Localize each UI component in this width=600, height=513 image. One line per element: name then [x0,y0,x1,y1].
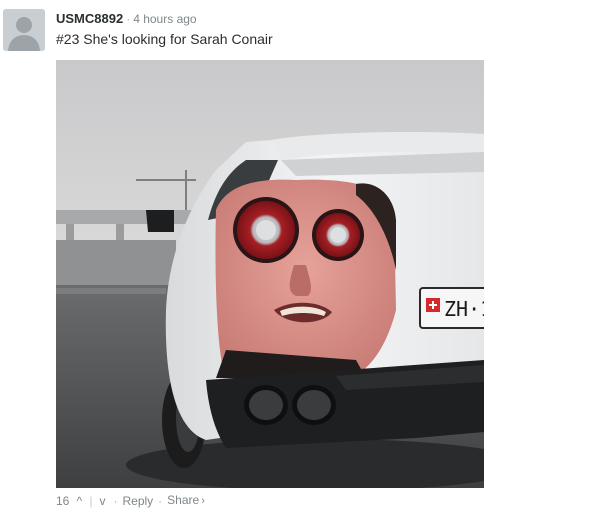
vote-divider: | [89,493,93,508]
downvote-icon[interactable]: v [96,493,108,509]
footer-separator: · [113,493,118,508]
reply-link[interactable]: Reply [122,493,153,509]
comment: USMC8892 · 4 hours ago #23 She's looking f… [0,0,600,513]
comment-image[interactable]: ZH·1 [56,60,484,488]
share-label: Share [167,493,200,507]
vote-count: 16 [56,493,70,508]
car-photo: ZH·1 [56,60,484,488]
comment-header: USMC8892 · 4 hours ago [56,11,197,27]
user-silhouette-icon [3,9,45,51]
license-plate-text: ZH·1 [444,297,484,321]
upvote-icon[interactable]: ^ [73,493,85,509]
username-link[interactable]: USMC8892 [56,11,123,26]
header-separator: · [126,12,131,26]
timestamp-link[interactable]: 4 hours ago [133,12,196,26]
chevron-right-icon: › [201,495,205,507]
footer-separator: · [158,493,163,508]
share-link[interactable]: Share › [167,492,205,509]
comment-footer: 16 ^ | v · Reply · Share › [56,492,205,509]
avatar[interactable] [3,9,45,51]
comment-text: #23 She's looking for Sarah Conair [56,31,273,47]
